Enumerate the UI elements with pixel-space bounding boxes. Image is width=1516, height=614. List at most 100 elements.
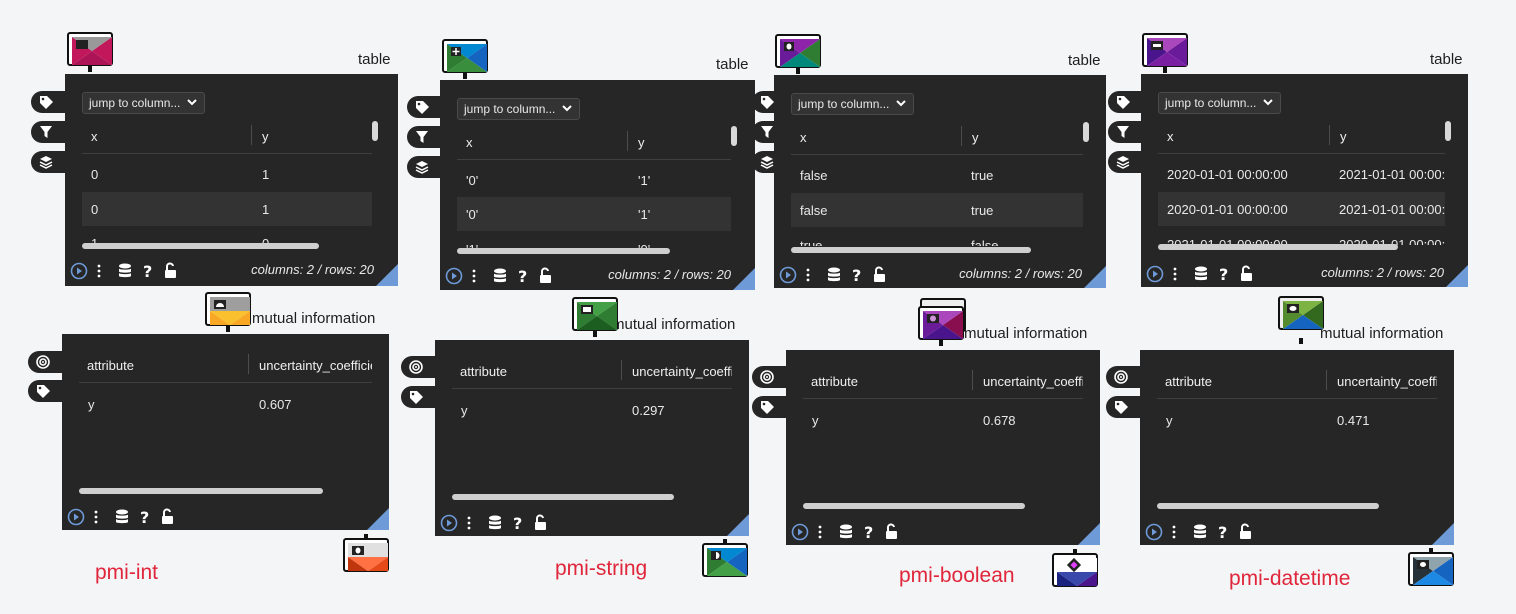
table-row: y 0.471 <box>1166 413 1370 428</box>
column-header-attribute[interactable]: attribute <box>811 374 858 389</box>
pmi-boolean-label: pmi-boolean <box>899 564 1015 587</box>
panel-footer: ? <box>440 514 580 532</box>
more-icon <box>1173 267 1177 281</box>
column-header-uncertainty[interactable]: uncertainty_coefficient <box>1337 374 1437 389</box>
resize-handle[interactable] <box>727 514 749 536</box>
status-text: columns: 2 / rows: 20 <box>251 262 374 277</box>
horizontal-scrollbar[interactable] <box>82 243 319 249</box>
horizontal-scrollbar[interactable] <box>1158 244 1398 250</box>
column-header-attribute[interactable]: attribute <box>1165 374 1212 389</box>
tag-icon[interactable] <box>752 396 786 418</box>
table-row: 2020-01-01 00:00:00 2021-01-01 00:00:00 <box>1167 167 1445 182</box>
pmi-string-label: pmi-string <box>555 557 648 580</box>
column-header-y[interactable]: y <box>1340 129 1347 144</box>
help-icon: ? <box>852 266 861 284</box>
panel-footer: ? <box>791 523 931 541</box>
column-header-x[interactable]: x <box>466 135 473 150</box>
column-header-y[interactable]: y <box>262 129 269 144</box>
tag-icon[interactable] <box>1108 91 1142 113</box>
column-header-y[interactable]: y <box>972 130 979 145</box>
svg-text:?: ? <box>864 523 873 541</box>
column-header-attribute[interactable]: attribute <box>87 358 134 373</box>
vertical-scrollbar[interactable] <box>731 126 737 146</box>
tag-icon[interactable] <box>401 386 435 408</box>
horizontal-scrollbar[interactable] <box>791 247 1031 253</box>
tag-icon[interactable] <box>407 96 441 118</box>
node-thumbnail-icon[interactable] <box>205 292 251 332</box>
layers-icon[interactable] <box>1108 151 1142 173</box>
horizontal-scrollbar[interactable] <box>803 503 1025 509</box>
node-thumbnail-icon[interactable] <box>1408 548 1454 586</box>
vertical-scrollbar[interactable] <box>1445 121 1451 141</box>
svg-text:?: ? <box>852 266 861 284</box>
resize-handle[interactable] <box>376 264 398 286</box>
column-header-x[interactable]: x <box>1167 129 1174 144</box>
play-icon <box>67 508 85 526</box>
node-thumbnail-icon[interactable] <box>775 34 821 74</box>
resize-handle[interactable] <box>1446 265 1468 287</box>
horizontal-scrollbar[interactable] <box>1157 503 1379 509</box>
filter-icon[interactable] <box>31 121 65 143</box>
node-thumbnail-icon[interactable] <box>572 297 618 337</box>
panel-footer: ? <box>445 267 585 285</box>
tag-icon[interactable] <box>31 91 65 113</box>
database-icon <box>119 263 131 278</box>
play-icon <box>779 266 797 284</box>
node-thumbnail-icon[interactable] <box>1278 296 1324 344</box>
horizontal-scrollbar[interactable] <box>452 494 674 500</box>
more-icon <box>806 268 810 282</box>
resize-handle[interactable] <box>1084 266 1106 288</box>
column-header-y[interactable]: y <box>638 135 645 150</box>
svg-text:?: ? <box>513 514 522 532</box>
target-icon[interactable] <box>752 366 786 388</box>
resize-handle[interactable] <box>367 508 389 530</box>
resize-handle[interactable] <box>1432 523 1454 545</box>
node-thumbnail-icon[interactable] <box>343 534 389 572</box>
database-icon <box>489 515 501 530</box>
unlock-icon <box>886 523 897 539</box>
node-thumbnail-icon[interactable] <box>1052 549 1098 587</box>
database-icon <box>494 268 506 283</box>
node-thumbnail-icon[interactable] <box>67 32 113 72</box>
jump-to-column-select[interactable]: jump to column... <box>791 93 915 115</box>
table-row: 1 0 <box>91 236 270 244</box>
resize-handle[interactable] <box>733 268 755 290</box>
more-icon <box>1172 525 1176 539</box>
filter-icon[interactable] <box>752 121 776 143</box>
filter-icon[interactable] <box>407 126 441 148</box>
vertical-scrollbar[interactable] <box>1083 122 1089 142</box>
play-icon <box>440 514 458 532</box>
node-thumbnail-icon[interactable] <box>1142 33 1188 73</box>
target-icon[interactable] <box>1106 366 1140 388</box>
tag-icon[interactable] <box>1106 396 1140 418</box>
column-header-attribute[interactable]: attribute <box>460 364 507 379</box>
layers-icon[interactable] <box>31 151 65 173</box>
node-thumbnail-icon[interactable] <box>918 298 966 346</box>
jump-to-column-select[interactable]: jump to column... <box>82 92 206 114</box>
node-thumbnail-icon[interactable] <box>702 539 748 577</box>
column-header-uncertainty[interactable]: uncertainty_coefficient <box>983 374 1083 389</box>
filter-icon[interactable] <box>1108 121 1142 143</box>
panel-title: table <box>716 56 749 73</box>
tag-icon[interactable] <box>28 380 62 402</box>
column-header-uncertainty[interactable]: uncertainty_coefficient <box>259 358 372 373</box>
column-header-uncertainty[interactable]: uncertainty_coefficient <box>632 364 732 379</box>
play-icon <box>1145 523 1163 541</box>
jump-to-column-select[interactable]: jump to column... <box>457 98 581 120</box>
resize-handle[interactable] <box>1078 523 1100 545</box>
column-header-x[interactable]: x <box>800 130 807 145</box>
layers-icon[interactable] <box>407 156 441 178</box>
layers-icon[interactable] <box>752 151 776 173</box>
jump-to-column-select[interactable]: jump to column... <box>1158 92 1282 114</box>
vertical-scrollbar[interactable] <box>372 121 378 141</box>
target-icon[interactable] <box>401 356 435 378</box>
column-header-x[interactable]: x <box>91 129 98 144</box>
horizontal-scrollbar[interactable] <box>79 488 323 494</box>
panel-footer: ? <box>779 266 919 284</box>
node-thumbnail-icon[interactable] <box>442 39 488 79</box>
tag-icon[interactable] <box>752 91 776 113</box>
table-row: '0' '1' <box>457 197 731 231</box>
help-icon: ? <box>143 262 152 280</box>
target-icon[interactable] <box>28 351 62 373</box>
horizontal-scrollbar[interactable] <box>457 248 670 254</box>
